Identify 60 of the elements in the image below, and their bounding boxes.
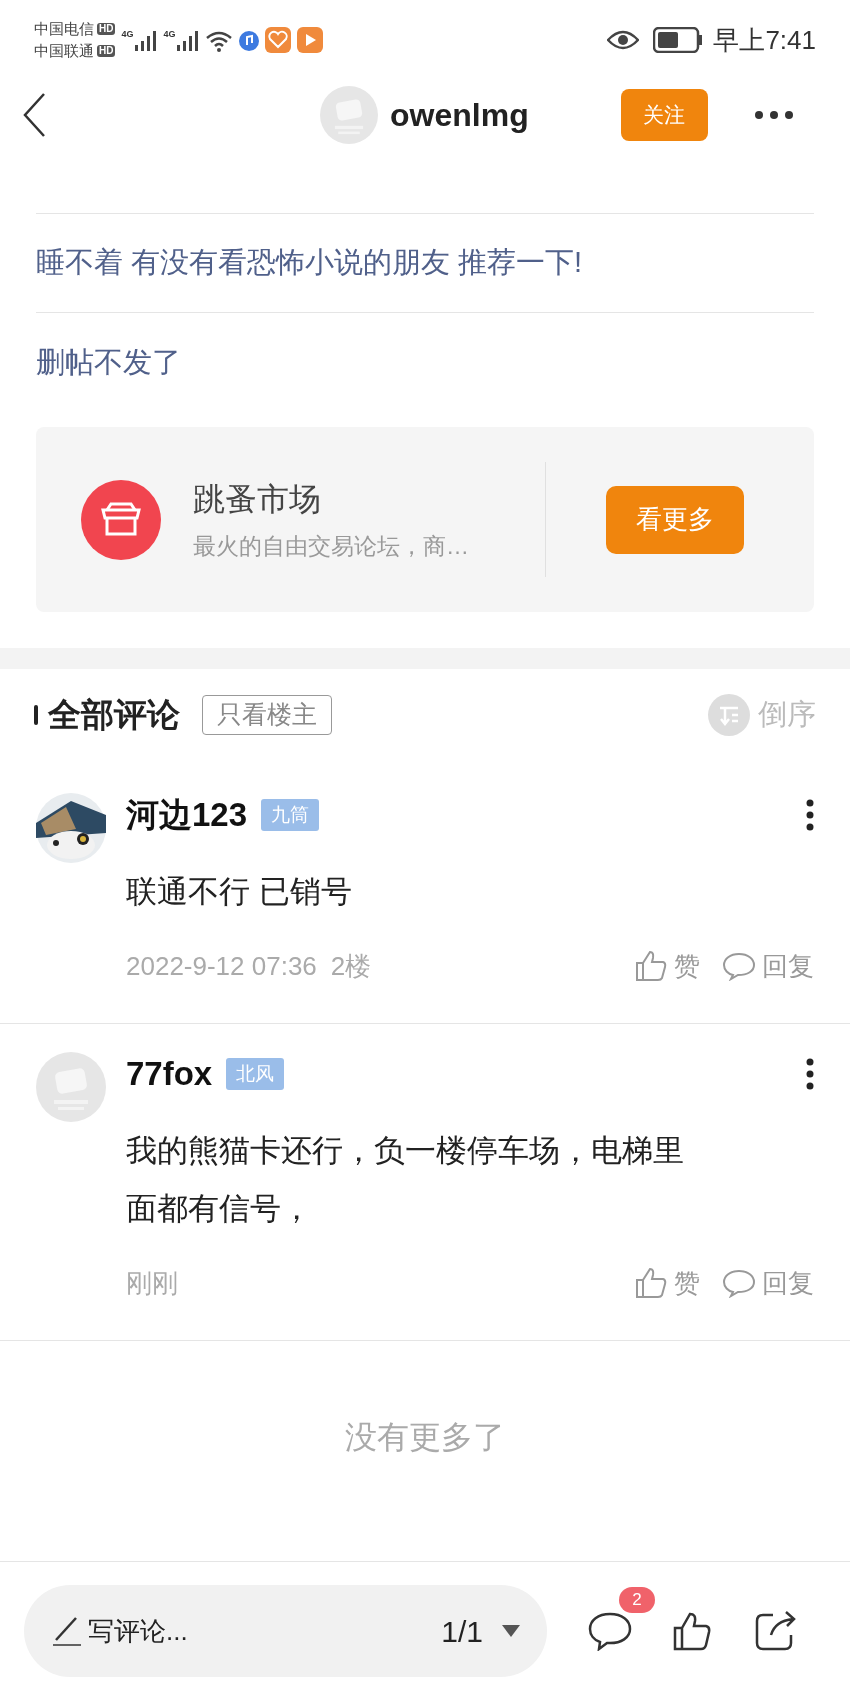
section-title: 全部评论: [48, 695, 180, 736]
hd-badge: HD: [97, 45, 116, 57]
comment-text: 我的熊猫卡还行，负一楼停车场，电梯里: [126, 1132, 685, 1170]
comment-author: 77fox: [126, 1054, 213, 1095]
end-of-list-text: 没有更多了: [344, 1418, 506, 1457]
hd-badge: HD: [97, 23, 116, 35]
username: owenlmg: [390, 96, 529, 135]
like-button[interactable]: 赞: [634, 946, 700, 986]
op-only-toggle[interactable]: 只看楼主: [202, 695, 332, 735]
reply-button[interactable]: 回复: [722, 946, 814, 986]
avatar-icon[interactable]: [36, 793, 106, 863]
music-app-icon: [239, 31, 260, 51]
like-button[interactable]: 赞: [634, 1263, 700, 1303]
carrier-name: 中国联通: [34, 41, 94, 61]
forum-card[interactable]: 跳蚤市场 最火的自由交易论坛，商… 看更多: [36, 427, 814, 612]
thumbs-up-icon: [634, 949, 668, 983]
network-type: 4G: [121, 29, 134, 39]
carrier-name: 中国电信: [34, 19, 94, 39]
sort-button[interactable]: 倒序: [708, 693, 816, 737]
post-link[interactable]: 睡不着 有没有看恐怖小说的朋友 推荐一下!: [36, 241, 583, 285]
comment-time: 刚刚: [126, 1266, 178, 1300]
battery-icon: [653, 27, 704, 53]
more-icon[interactable]: [806, 799, 814, 831]
comment-input[interactable]: 写评论...: [88, 1611, 442, 1651]
comment-author: 河边123: [126, 795, 248, 836]
heart-app-icon: [265, 27, 292, 53]
play-app-icon: [297, 27, 324, 53]
level-badge: 北风: [226, 1058, 285, 1090]
thumbs-up-icon[interactable]: [673, 1611, 711, 1651]
post-link[interactable]: 删帖不发了: [36, 341, 181, 385]
more-icon[interactable]: [753, 110, 794, 120]
signal-icon: [175, 29, 200, 53]
back-icon[interactable]: [22, 92, 46, 138]
share-icon[interactable]: [753, 1609, 797, 1653]
eye-icon: [607, 29, 640, 51]
forum-description: 最火的自由交易论坛，商…: [193, 532, 470, 562]
speech-bubble-icon: [722, 1268, 756, 1298]
more-icon[interactable]: [806, 1058, 814, 1090]
sort-icon: [708, 694, 750, 736]
follow-button[interactable]: 关注: [620, 89, 708, 141]
comment-icon[interactable]: [587, 1611, 633, 1651]
reply-button[interactable]: 回复: [722, 1263, 814, 1303]
forum-name: 跳蚤市场: [193, 480, 322, 520]
dropdown-caret-icon[interactable]: [501, 1624, 521, 1638]
wifi-icon: [205, 29, 234, 53]
thumbs-up-icon: [634, 1266, 668, 1300]
page-indicator[interactable]: 1/1: [441, 1608, 483, 1654]
store-icon: [81, 479, 161, 560]
count-badge: 2: [619, 1587, 655, 1613]
see-more-button[interactable]: 看更多: [606, 485, 744, 554]
signal-icon: [133, 29, 158, 53]
comment-text: 联通不行 已销号: [126, 873, 353, 911]
clock-time: 早上7:41: [713, 23, 816, 57]
comment-time: 2022-9-12 07:36: [126, 949, 317, 983]
floor-number: 2楼: [330, 949, 372, 983]
speech-bubble-icon: [722, 951, 756, 981]
network-type: 4G: [163, 29, 176, 39]
comment-field[interactable]: 写评论... 1/1: [24, 1585, 547, 1677]
comment-text: 面都有信号，: [126, 1190, 313, 1228]
level-badge: 九筒: [261, 799, 320, 831]
